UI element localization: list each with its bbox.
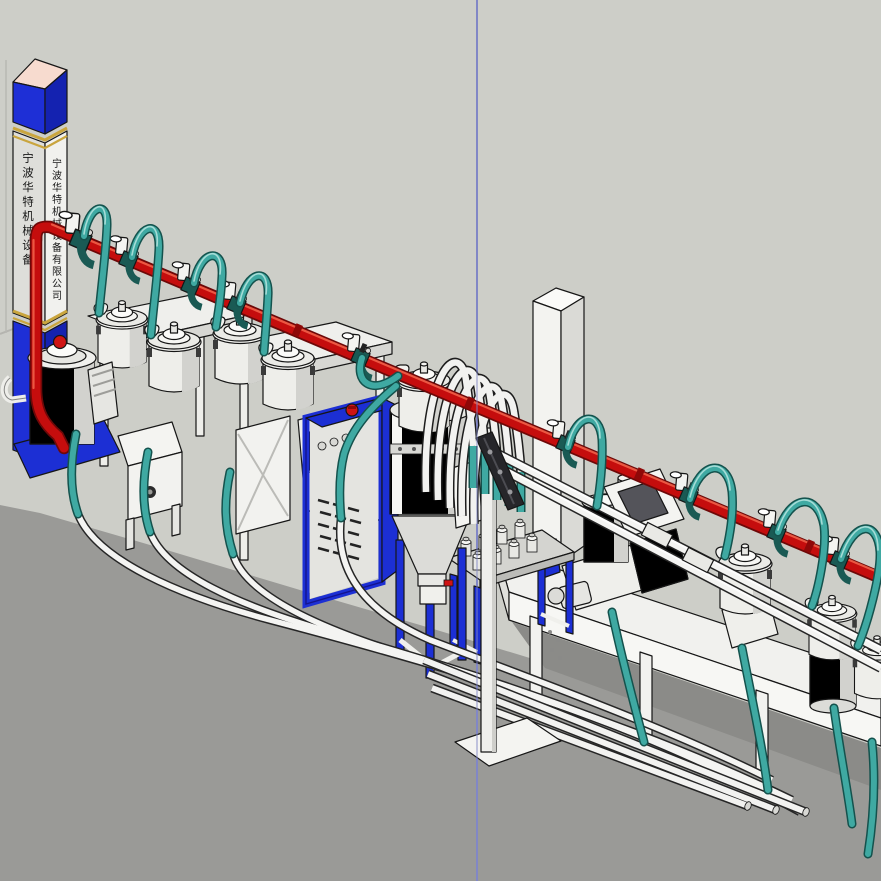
hopper-outlet-box — [420, 586, 446, 604]
cabinet-knob[interactable] — [330, 438, 338, 446]
hopper-outlet-valve — [444, 580, 453, 586]
hopper-outlet — [418, 574, 446, 586]
cad-viewport-3d-scene: 宁波华特机械设备 宁波华特机械设备有限公司 — [0, 0, 881, 881]
bench-leg — [530, 616, 542, 700]
cabinet-knob[interactable] — [318, 442, 326, 450]
cabinet-red-valve[interactable] — [346, 404, 358, 416]
pump-red-cap — [54, 336, 67, 349]
